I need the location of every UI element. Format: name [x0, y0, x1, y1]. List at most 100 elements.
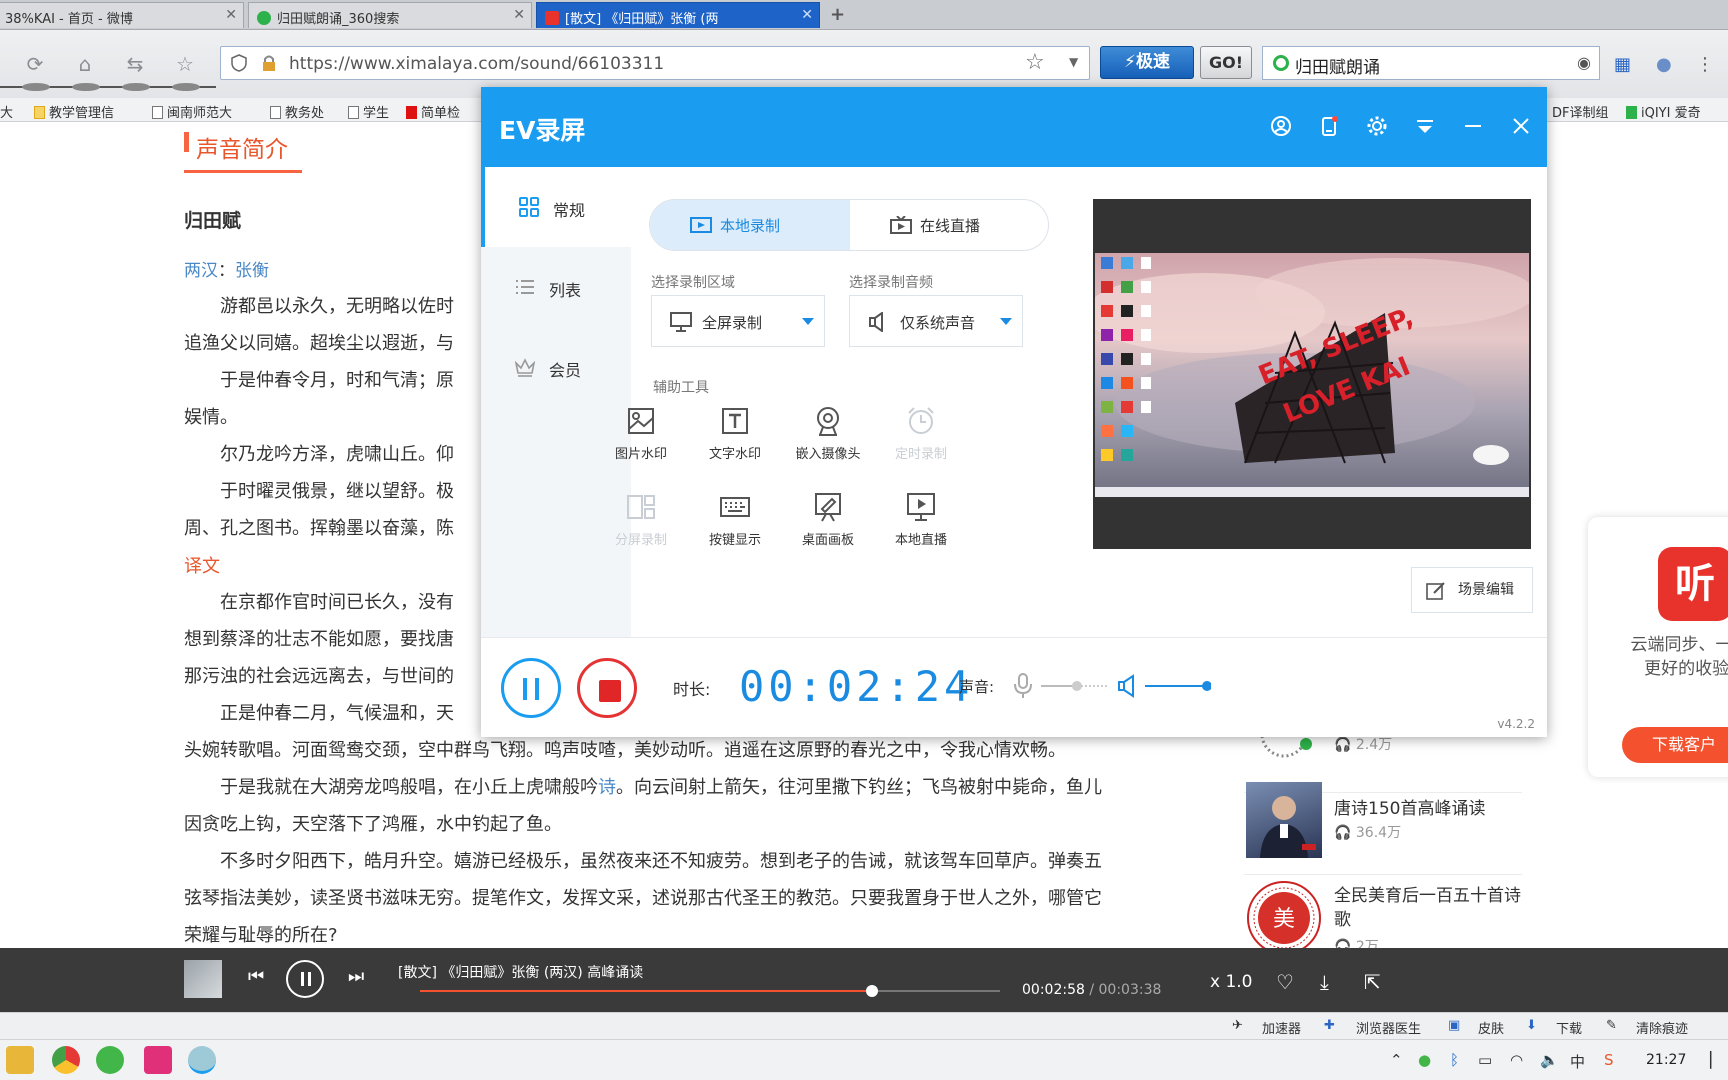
translation-label[interactable]: 译文: [184, 552, 220, 578]
chevron-down-icon[interactable]: ▼: [1069, 55, 1078, 69]
bookmark-item[interactable]: 简单检: [406, 102, 460, 121]
sidebar-item-general[interactable]: 常规: [481, 167, 631, 247]
timer-record-tool[interactable]: 定时录制: [875, 405, 967, 475]
battery-icon[interactable]: ▭: [1478, 1051, 1492, 1069]
area-select[interactable]: 全屏录制: [651, 295, 825, 347]
refresh-icon[interactable]: ⟳: [22, 52, 48, 76]
bookmark-item[interactable]: 大: [0, 102, 13, 121]
share-icon[interactable]: ⇱: [1364, 970, 1381, 994]
eye-icon[interactable]: ◉: [1577, 53, 1591, 72]
system-volume-slider[interactable]: [1145, 678, 1211, 694]
video-app-icon[interactable]: [144, 1046, 172, 1074]
clock[interactable]: 21:27: [1646, 1052, 1686, 1068]
poem-link[interactable]: 诗: [598, 777, 616, 798]
skin-icon[interactable]: ▣: [1448, 1018, 1460, 1033]
wifi-icon[interactable]: ◠: [1510, 1051, 1523, 1069]
collapse-icon[interactable]: [1413, 115, 1437, 139]
gear-icon[interactable]: [1365, 115, 1389, 139]
favorites-icon[interactable]: ☆: [172, 52, 198, 76]
progress-knob[interactable]: [866, 985, 879, 997]
chrome-icon[interactable]: [52, 1046, 80, 1074]
local-live-tool[interactable]: 本地直播: [875, 491, 967, 561]
mic-volume-slider[interactable]: [1041, 678, 1107, 694]
go-button[interactable]: GO!: [1200, 46, 1252, 79]
broom-icon[interactable]: ✎: [1606, 1018, 1617, 1033]
author-link[interactable]: 张衡: [235, 261, 269, 281]
minimize-icon[interactable]: [1461, 115, 1485, 139]
download-icon[interactable]: ⬇: [1526, 1018, 1537, 1033]
file-explorer-icon[interactable]: [6, 1046, 34, 1074]
menu-icon[interactable]: ⋮: [1696, 54, 1714, 75]
bluetooth-icon[interactable]: ᛒ: [1450, 1051, 1459, 1069]
new-tab-button[interactable]: +: [830, 4, 845, 25]
close-icon[interactable]: [1509, 115, 1533, 139]
ime-indicator[interactable]: 中: [1570, 1051, 1585, 1072]
tab-weibo[interactable]: 38%KAI - 首页 - 微博 ✕: [0, 2, 244, 28]
close-icon[interactable]: ✕: [513, 7, 525, 23]
status-skin[interactable]: 皮肤: [1478, 1018, 1504, 1037]
tab-live-stream[interactable]: 在线直播: [850, 200, 1048, 250]
volume-icon[interactable]: 🔈: [1540, 1051, 1559, 1069]
album-title[interactable]: 唐诗150首高峰诵读: [1334, 794, 1485, 819]
clipboard-icon[interactable]: [1317, 115, 1341, 139]
stop-recording-button[interactable]: [577, 658, 637, 718]
close-icon[interactable]: ✕: [225, 7, 237, 23]
pause-recording-button[interactable]: [501, 658, 561, 718]
playback-speed[interactable]: x 1.0: [1210, 972, 1253, 992]
dynasty-link[interactable]: 两汉: [184, 261, 218, 281]
microphone-icon[interactable]: [1011, 672, 1035, 700]
apps-icon[interactable]: ▦: [1614, 54, 1631, 75]
speaker-icon[interactable]: [1117, 674, 1141, 698]
status-browser-doctor[interactable]: 浏览器医生: [1356, 1018, 1421, 1037]
bookmark-item[interactable]: 学生: [348, 102, 389, 121]
bookmark-item[interactable]: iQIYI 爱奇: [1626, 102, 1701, 121]
bookmark-item[interactable]: 教务处: [270, 102, 324, 121]
pause-button[interactable]: [286, 960, 324, 998]
tab-360search[interactable]: 归田赋朗诵_360搜索 ✕: [248, 2, 532, 28]
sync-icon[interactable]: ⇆: [122, 52, 148, 76]
album-title[interactable]: 全民美育后一百五十首诗歌: [1334, 884, 1534, 932]
notification-icon[interactable]: ▏: [1710, 1051, 1722, 1069]
track-thumbnail[interactable]: [184, 960, 222, 998]
tab-local-record[interactable]: 本地录制: [650, 200, 850, 250]
audio-select[interactable]: 仅系统声音: [849, 295, 1023, 347]
user-icon[interactable]: [1269, 115, 1293, 139]
download-icon[interactable]: ⤓: [1320, 970, 1329, 994]
wechat-icon[interactable]: [96, 1046, 124, 1074]
speed-mode-button[interactable]: ⚡极速: [1100, 46, 1194, 79]
key-display-tool[interactable]: 按键显示: [689, 491, 781, 561]
text-watermark-tool[interactable]: 文字水印: [689, 405, 781, 475]
webcam-tool[interactable]: 嵌入摄像头: [782, 405, 874, 475]
wechat-tray-icon[interactable]: ●: [1418, 1051, 1431, 1069]
avatar[interactable]: ●: [1656, 54, 1672, 75]
album-thumb[interactable]: [1246, 782, 1322, 858]
close-icon[interactable]: ✕: [801, 7, 813, 23]
previous-icon[interactable]: ⏮: [248, 966, 264, 987]
accelerator-icon[interactable]: ✈: [1232, 1018, 1243, 1033]
bookmark-item[interactable]: DF译制组: [1552, 102, 1609, 121]
track-title[interactable]: [散文] 《归田赋》张衡 (两汉) 高峰诵读: [398, 962, 643, 982]
star-icon[interactable]: ☆: [1025, 50, 1045, 75]
status-clear-traces[interactable]: 清除痕迹: [1636, 1018, 1688, 1037]
progress-track[interactable]: [420, 985, 1000, 997]
heart-icon[interactable]: ♡: [1276, 970, 1294, 994]
download-client-button[interactable]: 下载客户: [1622, 727, 1728, 763]
ev-recorder-taskbar-icon[interactable]: [188, 1046, 216, 1074]
sidebar-item-list[interactable]: 列表: [481, 247, 631, 327]
split-screen-tool[interactable]: 分屏录制: [595, 491, 687, 561]
tab-ximalaya[interactable]: [散文] 《归田赋》张衡 (两 ✕: [536, 2, 820, 28]
image-watermark-tool[interactable]: 图片水印: [595, 405, 687, 475]
bookmark-item[interactable]: 闽南师范大: [152, 102, 232, 121]
desktop-draw-tool[interactable]: 桌面画板: [782, 491, 874, 561]
next-icon[interactable]: ⏭: [348, 966, 364, 987]
sogou-icon[interactable]: S: [1604, 1051, 1614, 1069]
sidebar-item-member[interactable]: 会员: [481, 327, 631, 407]
chevron-up-icon[interactable]: ⌃: [1390, 1051, 1403, 1069]
status-download[interactable]: 下载: [1556, 1018, 1582, 1037]
scene-edit-button[interactable]: 场景编辑: [1411, 567, 1533, 613]
album-thumb[interactable]: 美: [1246, 880, 1322, 956]
search-input[interactable]: 归田赋朗诵 ◉: [1262, 46, 1600, 80]
address-bar[interactable]: https://www.ximalaya.com/sound/66103311 …: [220, 46, 1090, 80]
doctor-icon[interactable]: ✚: [1324, 1018, 1335, 1033]
home-icon[interactable]: ⌂: [72, 52, 98, 76]
